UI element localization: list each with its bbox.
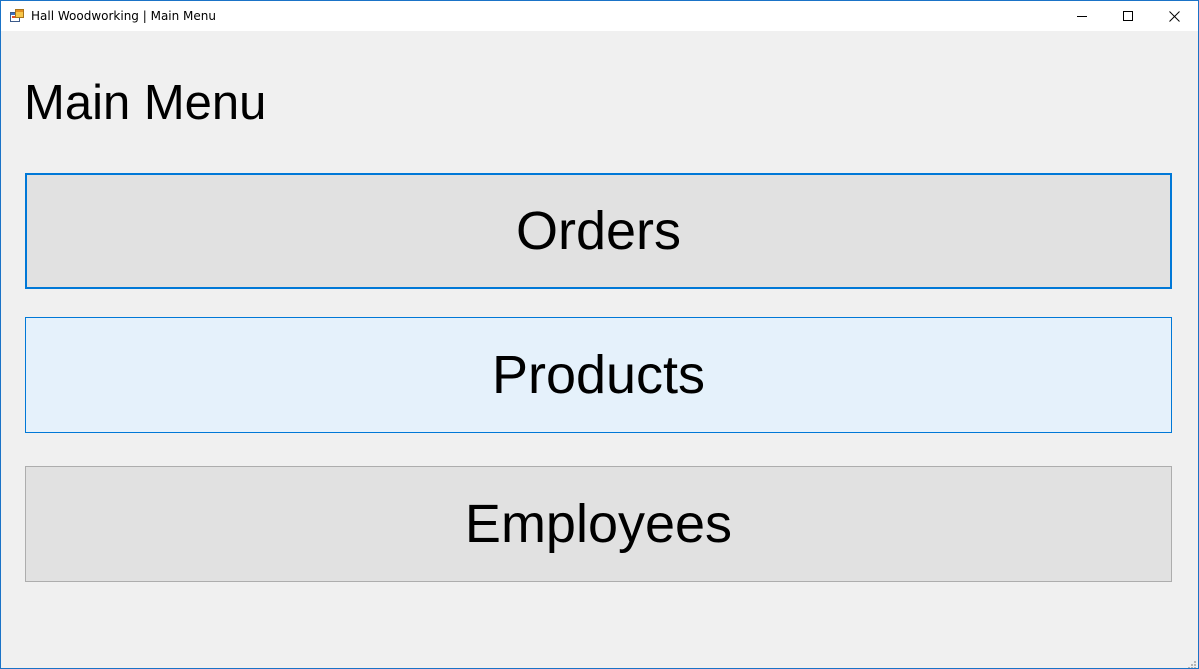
main-menu-window: Hall Woodworking | Main Menu Main Menu O… <box>0 0 1199 669</box>
orders-button[interactable]: Orders <box>25 173 1172 289</box>
minimize-icon <box>1077 16 1087 17</box>
app-form-icon[interactable] <box>10 9 24 22</box>
maximize-button[interactable] <box>1105 1 1151 31</box>
close-icon <box>1168 10 1180 22</box>
title-bar[interactable]: Hall Woodworking | Main Menu <box>1 1 1198 31</box>
products-button-label: Products <box>491 345 706 405</box>
employees-button[interactable]: Employees <box>25 466 1172 582</box>
window-title: Hall Woodworking | Main Menu <box>31 9 216 23</box>
resize-grip-icon[interactable] <box>1186 656 1196 668</box>
maximize-icon <box>1123 11 1133 21</box>
products-button[interactable]: Products <box>25 317 1172 433</box>
minimize-button[interactable] <box>1059 1 1105 31</box>
orders-button-label: Orders <box>515 201 682 261</box>
page-title: Main Menu <box>24 76 267 130</box>
close-button[interactable] <box>1151 1 1197 31</box>
employees-button-label: Employees <box>464 494 733 554</box>
